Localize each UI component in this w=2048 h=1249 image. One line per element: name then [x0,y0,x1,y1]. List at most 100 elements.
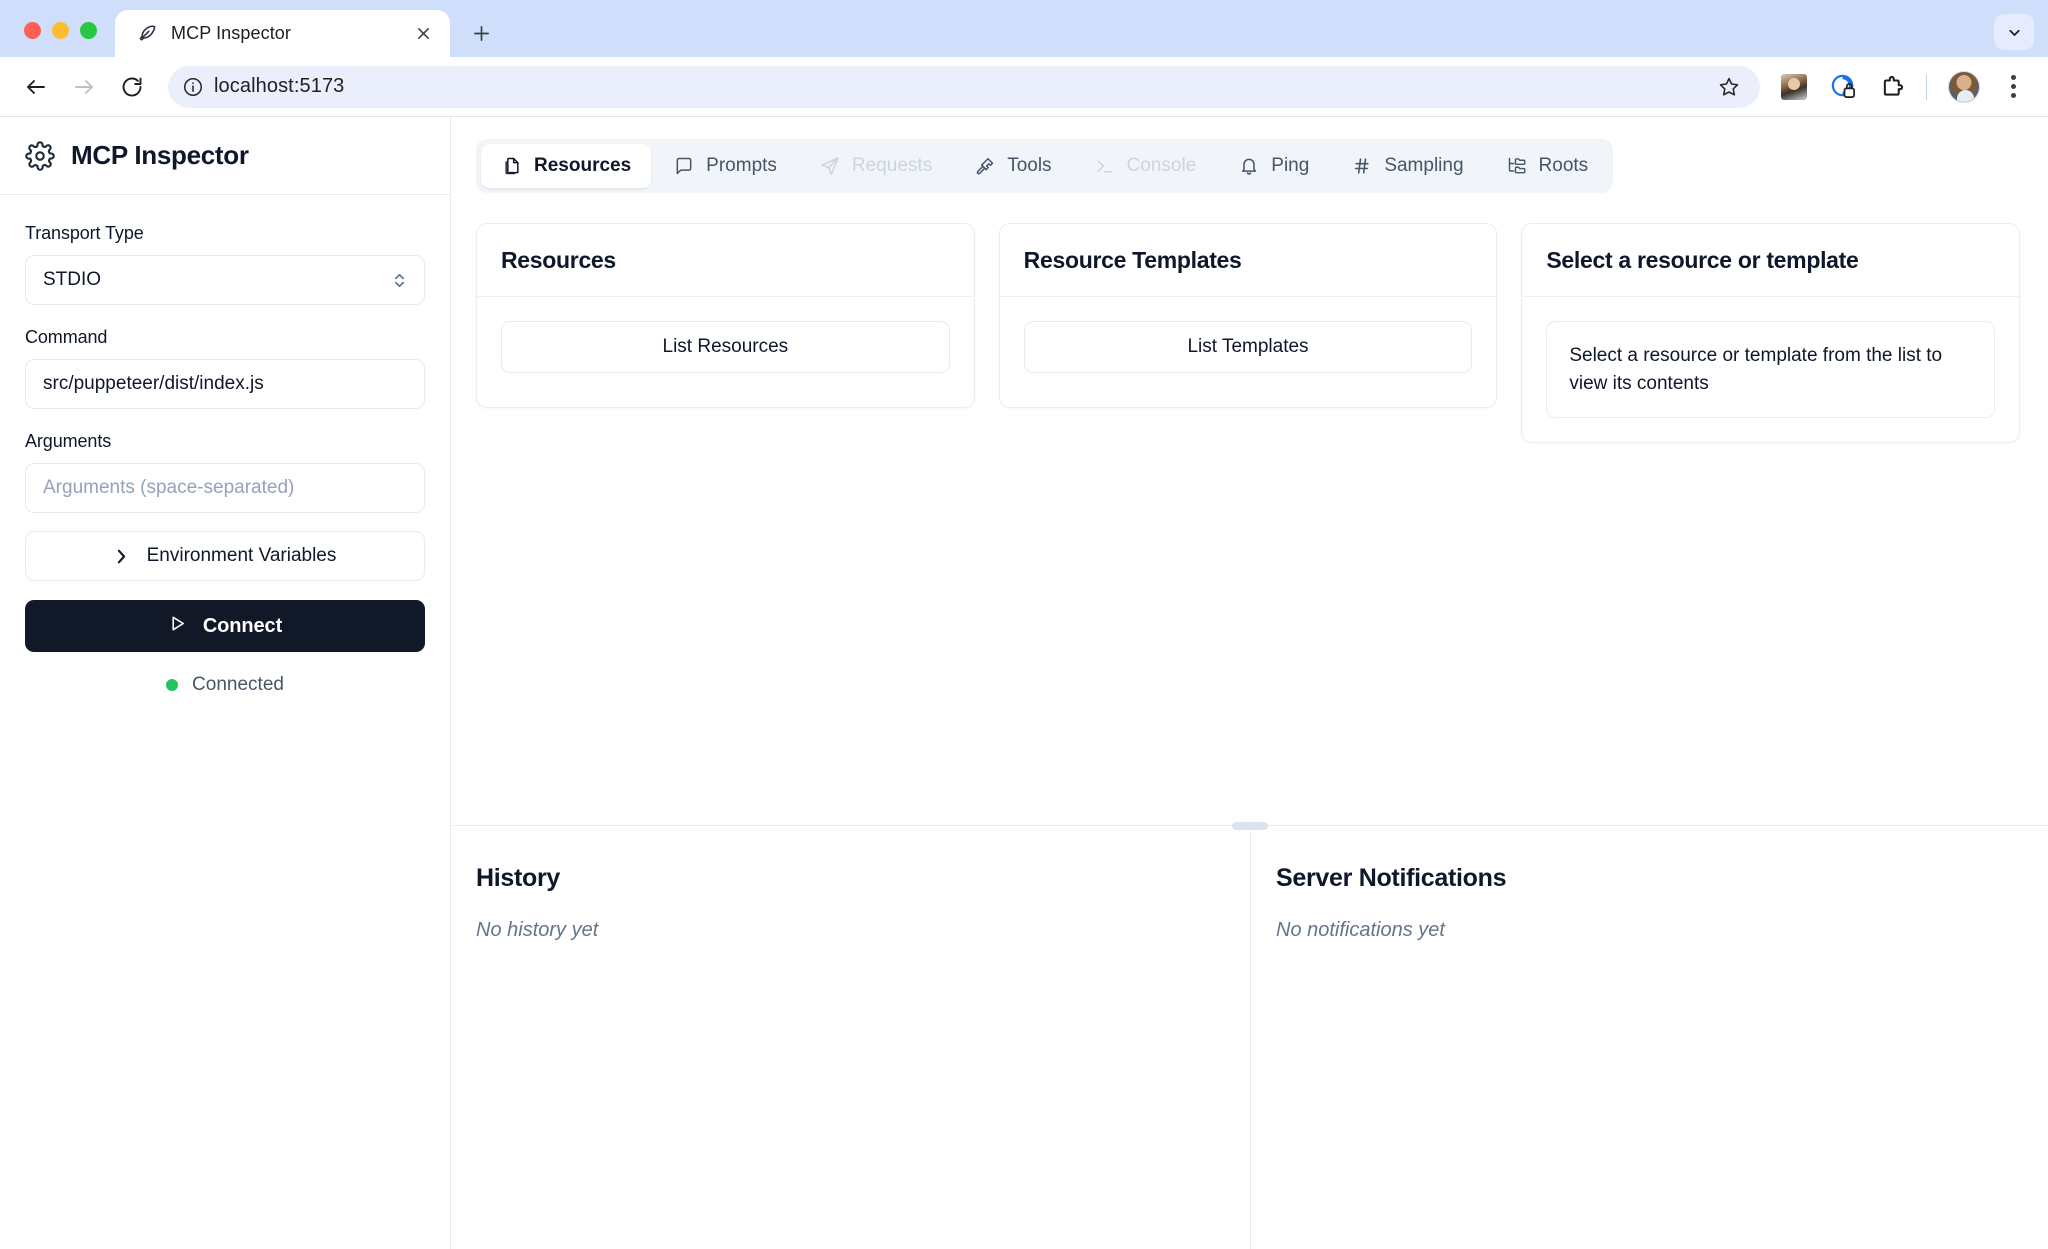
resources-card-body: List Resources [477,297,974,407]
terminal-icon [1094,155,1116,177]
star-icon[interactable] [1708,66,1750,108]
sidebar-header: MCP Inspector [0,117,450,195]
extension-photo-icon[interactable] [1773,66,1815,108]
tab-console[interactable]: Console [1074,144,1217,188]
environment-variables-label: Environment Variables [146,545,337,566]
list-resources-button[interactable]: List Resources [501,321,950,373]
resource-templates-card: Resource Templates List Templates [998,223,1498,408]
resource-preview-empty-text: Select a resource or template from the l… [1546,321,1996,419]
resources-card-header: Resources [477,224,974,297]
chevron-up-down-icon [392,270,407,291]
server-notifications-title: Server Notifications [1276,864,1507,892]
close-icon[interactable] [410,21,436,47]
server-notifications-empty-text: No notifications yet [1276,919,1445,941]
avatar [1948,70,1980,103]
tab-ping[interactable]: Ping [1218,144,1329,188]
toolbar-divider [1926,73,1927,100]
transport-type-value: STDIO [43,269,102,290]
list-templates-button[interactable]: List Templates [1023,321,1473,373]
address-bar[interactable]: localhost:5173 [168,65,1760,108]
hammer-icon [974,155,996,177]
minimize-window-button[interactable] [52,22,69,39]
browser-tab[interactable]: MCP Inspector [115,10,450,57]
main-tab-list: Resources Prompts Requests Tools Console… [476,139,1614,193]
command-input[interactable]: src/puppeteer/dist/index.js [25,359,425,409]
hash-icon [1351,155,1373,177]
close-window-button[interactable] [24,22,41,39]
app-sidebar: MCP Inspector Transport Type STDIO Comma… [0,117,451,1249]
back-button[interactable] [14,65,58,109]
browser-window: MCP Inspector localhost:5173 MCP Inspect… [0,0,2048,1249]
tab-prompts-label: Prompts [706,155,777,176]
resources-card: Resources List Resources [476,223,975,408]
folder-tree-icon [1506,155,1528,177]
feather-logo-icon [137,23,158,44]
new-tab-button[interactable] [462,14,500,52]
environment-variables-button[interactable]: Environment Variables [25,531,425,581]
tab-tools[interactable]: Tools [954,144,1071,188]
tab-ping-label: Ping [1271,155,1310,176]
history-pane: History No history yet [451,826,1251,1249]
transport-type-label: Transport Type [25,223,144,243]
resource-preview-card-header: Select a resource or template [1522,224,2020,297]
resource-templates-card-body: List Templates [1000,297,1497,407]
resource-templates-card-header: Resource Templates [999,224,1497,297]
send-paper-plane-icon [819,155,841,177]
sidebar-form: Transport Type STDIO Command src/puppete… [0,195,450,696]
profile-avatar-icon[interactable] [1943,66,1985,108]
arguments-placeholder: Arguments (space-separated) [43,477,295,498]
forward-button[interactable] [62,65,106,109]
arguments-input[interactable]: Arguments (space-separated) [25,463,425,513]
transport-type-select[interactable]: STDIO [25,255,425,305]
main-content: Resources Prompts Requests Tools Console… [451,117,2048,1249]
tab-strip-right-controls [1994,14,2034,50]
main-top-section: Resources Prompts Requests Tools Console… [451,117,2048,825]
tab-tools-label: Tools [1007,155,1052,176]
connect-button[interactable]: Connect [25,600,425,652]
history-empty-text: No history yet [476,919,599,941]
tab-resources[interactable]: Resources [481,144,652,188]
browser-tab-strip: MCP Inspector [0,0,2048,57]
tab-requests[interactable]: Requests [799,144,952,188]
app-title: MCP Inspector [71,140,249,170]
browser-toolbar: localhost:5173 [0,57,2048,116]
message-square-icon [673,155,695,177]
address-bar-url: localhost:5173 [214,75,345,97]
reload-button[interactable] [110,65,154,109]
tab-roots-label: Roots [1538,155,1589,176]
files-copy-icon [501,155,523,177]
resources-card-title: Resources [501,247,616,273]
resource-templates-card-title: Resource Templates [1023,247,1242,273]
bottom-panel: History No history yet Server Notificati… [451,822,2048,1249]
info-circle-icon[interactable] [172,66,214,108]
puzzle-extensions-icon[interactable] [1871,66,1913,108]
browser-tab-title: MCP Inspector [171,23,292,43]
server-notifications-pane: Server Notifications No notifications ye… [1251,826,2048,1249]
resources-panel-group: Resources List Resources Resource Templa… [476,223,2021,444]
play-icon [168,614,187,639]
maximize-window-button[interactable] [80,22,97,39]
tab-sampling[interactable]: Sampling [1331,144,1483,188]
tab-prompts[interactable]: Prompts [653,144,797,188]
connection-status-label: Connected [192,674,284,695]
tab-resources-label: Resources [534,155,632,176]
status-dot-icon [166,679,179,691]
arguments-label: Arguments [25,431,112,451]
privacy-lock-icon[interactable] [1822,66,1864,108]
tab-roots[interactable]: Roots [1486,144,1609,188]
resource-preview-card: Select a resource or template Select a r… [1521,223,2021,444]
tab-requests-label: Requests [851,155,933,176]
window-traffic-lights [14,22,115,57]
tab-sampling-label: Sampling [1384,155,1464,176]
chrome-menu-kebab-icon[interactable] [1992,66,2034,108]
gear-icon [25,140,55,171]
bell-icon [1238,155,1260,177]
command-value: src/puppeteer/dist/index.js [43,373,264,394]
resource-preview-card-body: Select a resource or template from the l… [1522,297,2019,442]
command-label: Command [25,327,108,347]
chevron-down-icon[interactable] [1994,14,2034,50]
tab-console-label: Console [1126,155,1197,176]
resource-preview-card-title: Select a resource or template [1546,247,1859,273]
resize-grip-icon[interactable] [1231,822,1268,830]
history-title: History [476,864,561,892]
